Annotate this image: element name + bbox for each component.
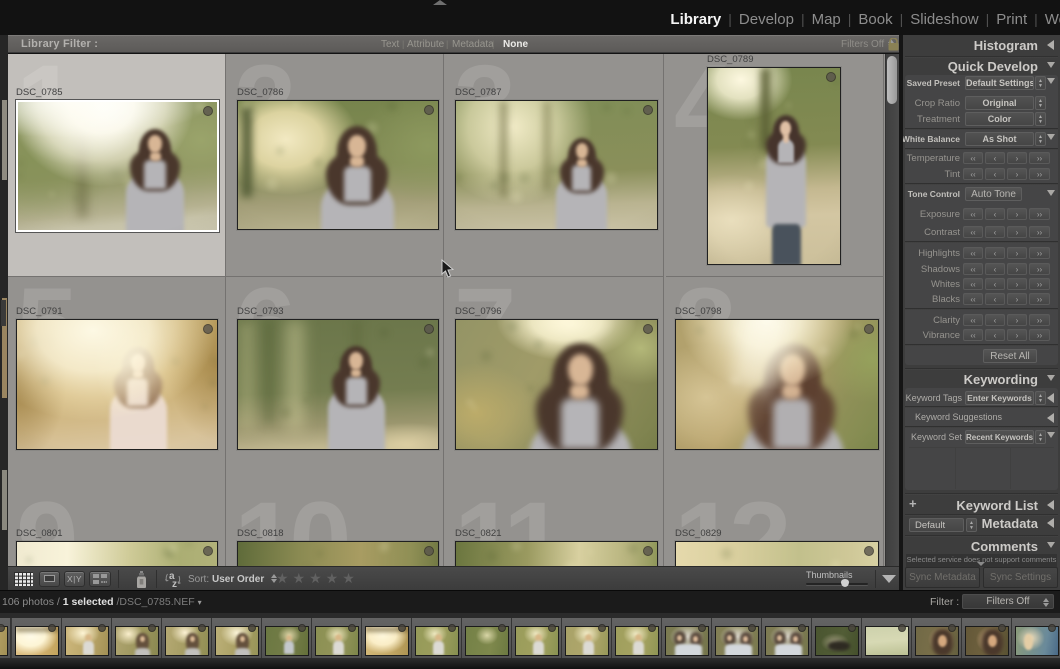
svg-text:z: z: [172, 579, 177, 588]
